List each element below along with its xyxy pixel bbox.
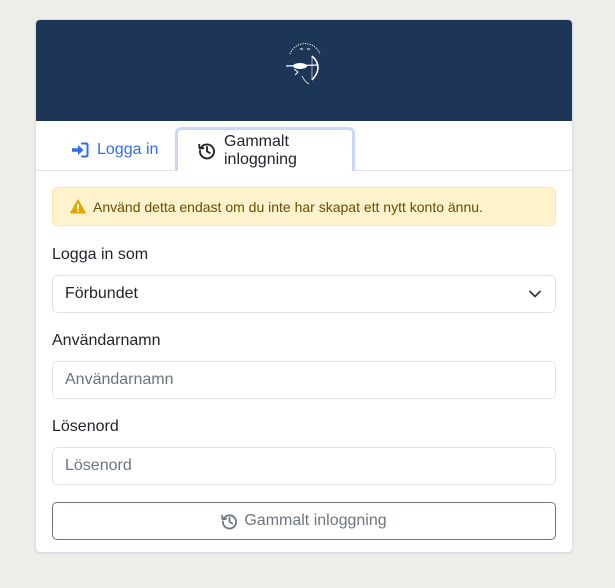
history-icon xyxy=(198,142,216,160)
username-label: Användarnamn xyxy=(52,332,161,349)
login-as-label: Logga in som xyxy=(52,246,149,263)
password-label: Lösenord xyxy=(52,418,119,435)
sign-in-icon xyxy=(71,142,89,158)
chevron-down-icon xyxy=(529,290,541,298)
password-input[interactable] xyxy=(52,447,556,485)
history-icon xyxy=(221,513,238,530)
warning-text: Använd detta endast om du inte har skapa… xyxy=(93,198,483,215)
tab-legacy-label: Gammalt inloggning xyxy=(224,132,297,168)
warning-alert: Använd detta endast om du inte har skapa… xyxy=(52,187,556,226)
login-card: Logga in Gammalt inloggning Använd detta… xyxy=(35,19,573,553)
username-input[interactable] xyxy=(52,361,556,399)
login-as-value: Förbundet xyxy=(65,285,138,302)
tab-login[interactable]: Logga in xyxy=(71,129,158,171)
legacy-login-button[interactable]: Gammalt inloggning xyxy=(52,502,556,540)
legacy-login-button-label: Gammalt inloggning xyxy=(244,512,387,529)
tab-login-label: Logga in xyxy=(97,141,159,158)
warning-icon xyxy=(70,199,86,214)
tab-legacy-login[interactable]: Gammalt inloggning xyxy=(175,127,355,171)
archery-logo-icon xyxy=(282,40,328,86)
login-as-select[interactable]: Förbundet xyxy=(52,275,556,313)
header-banner xyxy=(36,20,572,121)
legacy-login-form: Använd detta endast om du inte har skapa… xyxy=(36,171,572,540)
login-tabs: Logga in Gammalt inloggning xyxy=(36,121,572,171)
